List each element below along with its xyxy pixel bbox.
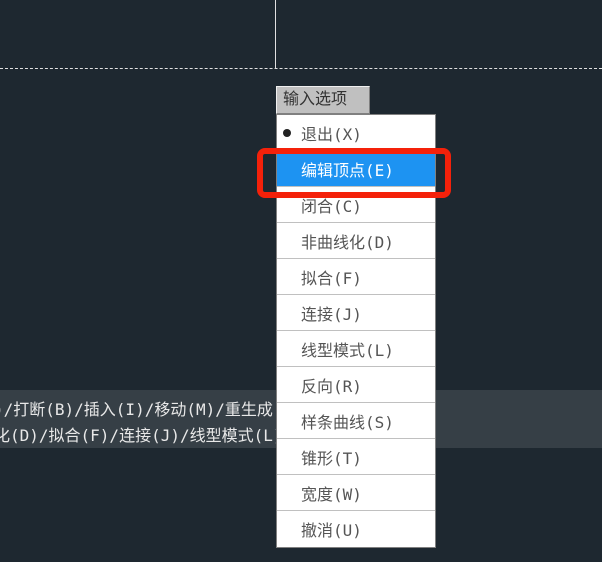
context-menu-body: 退出(X) 编辑顶点(E) 闭合(C) 非曲线化(D) 拟合(F) 连接(J) 线型模式(L… [276,114,436,548]
menu-item-label: 退出(X) [301,121,362,145]
menu-item-11[interactable]: 撤消(U) [277,511,435,547]
menu-item-3[interactable]: 非曲线化(D) [277,223,435,259]
menu-item-6[interactable]: 线型模式(L) [277,331,435,367]
menu-item-7[interactable]: 反向(R) [277,367,435,403]
menu-item-label: 宽度(W) [301,481,362,505]
context-menu-header: 输入选项 [276,86,370,114]
menu-item-0[interactable]: 退出(X) [277,115,435,151]
menu-item-9[interactable]: 锥形(T) [277,439,435,475]
crosshair-vertical [275,0,276,68]
menu-item-8[interactable]: 样条曲线(S) [277,403,435,439]
menu-item-label: 连接(J) [301,301,362,325]
menu-item-label: 反向(R) [301,373,362,397]
bullet-icon [283,129,291,137]
menu-item-label: 非曲线化(D) [301,229,394,253]
menu-item-5[interactable]: 连接(J) [277,295,435,331]
crosshair-horizontal [0,68,602,69]
menu-item-label: 锥形(T) [301,445,362,469]
menu-item-label: 闭合(C) [301,193,362,217]
menu-item-1[interactable]: 编辑顶点(E) [277,151,435,187]
menu-item-label: 线型模式(L) [301,337,394,361]
menu-item-label: 编辑顶点(E) [301,157,394,181]
menu-item-label: 拟合(F) [301,265,362,289]
context-menu: 输入选项 退出(X) 编辑顶点(E) 闭合(C) 非曲线化(D) 拟合(F) 连接(J) 线… [276,86,436,548]
menu-item-2[interactable]: 闭合(C) [277,187,435,223]
menu-item-4[interactable]: 拟合(F) [277,259,435,295]
menu-item-label: 撤消(U) [301,517,362,541]
menu-item-10[interactable]: 宽度(W) [277,475,435,511]
menu-item-label: 样条曲线(S) [301,409,394,433]
